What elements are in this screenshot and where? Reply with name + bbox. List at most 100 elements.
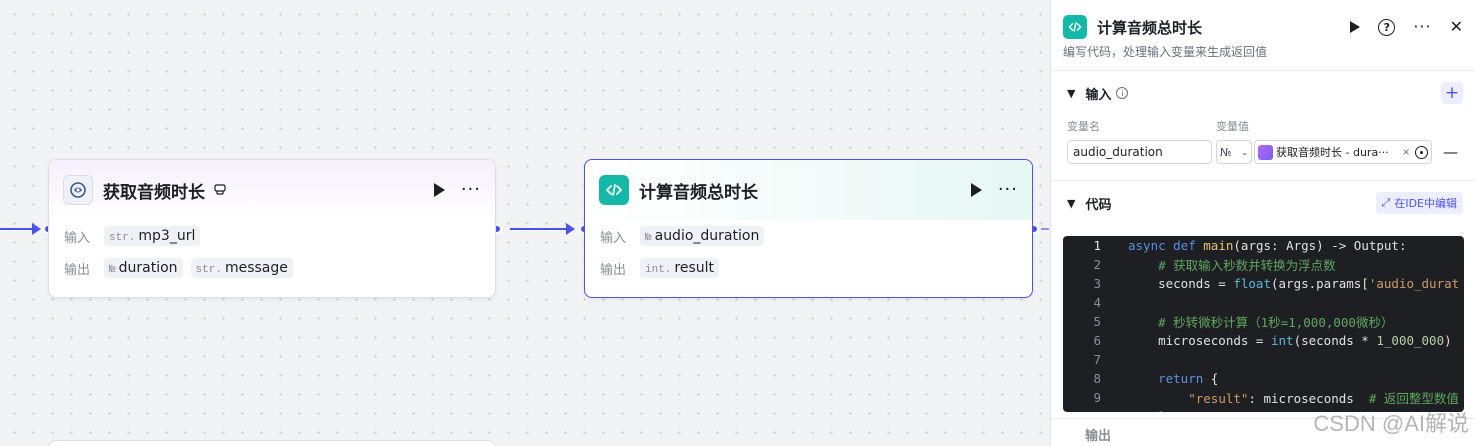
node1-input-row: 输入 str. mp3_url [49, 220, 495, 252]
line-number: 3 [1093, 276, 1101, 291]
edge-node1-node2-arrow [566, 223, 575, 235]
add-input-button[interactable]: + [1441, 82, 1463, 104]
node-partial-bottom[interactable] [48, 440, 496, 446]
info-icon[interactable]: i [1116, 87, 1129, 99]
type-label: str. [109, 232, 136, 244]
node-get-audio-duration[interactable]: 获取音频时长 ··· 输入 str. mp3_url 输出 № duration… [48, 159, 496, 298]
input-var-row: audio_duration № ⌄ 获取音频时长 - dura··· × — [1051, 137, 1475, 167]
output-section-title: 输出 [1085, 429, 1112, 444]
remove-input-button[interactable]: — [1443, 143, 1458, 161]
code-line[interactable]: 9 "result": microseconds # 返回整型数值 [1063, 388, 1464, 407]
var-name: audio_duration [654, 228, 760, 244]
var-ref-text: 获取音频时长 - dura··· [1276, 146, 1389, 159]
line-number: 5 [1093, 314, 1101, 329]
code-text: # 获取输入秒数并转换为浮点数 [1158, 258, 1336, 273]
code-line[interactable]: 6 microseconds = int(seconds * 1_000_000… [1063, 331, 1464, 350]
help-icon[interactable]: ? [1378, 18, 1396, 36]
node2-input-row: 输入 № audio_duration [585, 220, 1032, 252]
type-label: № [109, 264, 116, 276]
watermark: CSDN @AI解说 [1313, 411, 1469, 436]
input-section-title: 输入 [1085, 87, 1112, 103]
line-number: 4 [1093, 295, 1101, 310]
node-calc-total-duration[interactable]: 计算音频总时长 ··· 输入 № audio_duration 输出 int. … [584, 159, 1033, 298]
var-name: mp3_url [138, 228, 196, 244]
input-column-headers: 变量名 变量值 [1051, 115, 1475, 137]
node2-input-label: 输入 [600, 230, 627, 246]
code-text: "result": microseconds # 返回整型数值 [1188, 391, 1459, 406]
plugin-tag-icon [213, 181, 227, 200]
line-number: 7 [1093, 352, 1101, 367]
node2-output-label: 输出 [600, 262, 627, 278]
panel-more-button[interactable]: ··· [1413, 19, 1431, 35]
var-name: result [674, 260, 715, 276]
code-icon [599, 175, 629, 205]
plugin-ref-icon [1258, 144, 1273, 160]
line-number: 8 [1093, 371, 1101, 386]
target-icon[interactable] [1415, 145, 1428, 159]
var-type-select[interactable]: № ⌄ [1216, 140, 1252, 164]
code-line[interactable]: 7 [1063, 350, 1464, 369]
code-text: async def main(args: Args) -> Output: [1128, 238, 1407, 253]
plugin-icon [63, 175, 93, 205]
panel-title: 计算音频总时长 [1097, 18, 1203, 37]
node2-more-button[interactable]: ··· [998, 181, 1018, 199]
code-text: # 秒转微秒计算（1秒=1,000,000微秒） [1158, 315, 1394, 330]
chevron-down-icon: ⌄ [1241, 147, 1248, 157]
code-text: } [1128, 409, 1166, 412]
code-section-title: 代码 [1085, 197, 1112, 213]
node2-header: 计算音频总时长 ··· [585, 160, 1032, 220]
edit-in-ide-button[interactable]: ⤢ 在IDE中编辑 [1375, 192, 1463, 214]
var-ref-selector[interactable]: 获取音频时长 - dura··· × [1254, 140, 1432, 164]
type-label: № [645, 232, 652, 244]
col-var-value: 变量值 [1216, 120, 1249, 133]
var-name: duration [118, 260, 178, 276]
line-number: 6 [1093, 333, 1101, 348]
chevron-down-icon[interactable]: ▼ [1067, 87, 1075, 100]
line-number: 9 [1093, 390, 1101, 405]
node1-more-button[interactable]: ··· [461, 181, 481, 199]
node1-output-label: 输出 [64, 262, 91, 278]
code-text: return { [1158, 371, 1219, 386]
input-section-header[interactable]: ▼ 输入 i + [1051, 71, 1475, 115]
node2-title: 计算音频总时长 [639, 182, 758, 203]
node2-run-button[interactable] [970, 183, 982, 197]
panel-run-button[interactable] [1350, 21, 1361, 33]
node1-header: 获取音频时长 ··· [49, 160, 495, 220]
var-type-value: № [1220, 145, 1232, 159]
node1-run-button[interactable] [433, 183, 445, 197]
expand-icon: ⤢ [1381, 196, 1391, 209]
node1-output-tag: str. message [190, 258, 293, 278]
code-text: seconds = float(args.params['audio_durat [1128, 276, 1460, 291]
code-section-header[interactable]: ▼ 代码 ⤢ 在IDE中编辑 [1051, 181, 1475, 225]
type-label: int. [645, 264, 672, 276]
line-number: 1 [1093, 238, 1101, 253]
code-line[interactable]: 8 return { [1063, 369, 1464, 388]
chevron-down-icon[interactable]: ▼ [1067, 197, 1075, 210]
edge-node2-outgoing [1041, 228, 1049, 230]
code-line[interactable]: 2 # 获取输入秒数并转换为浮点数 [1063, 255, 1464, 274]
col-var-name: 变量名 [1067, 120, 1100, 133]
code-line[interactable]: 5 # 秒转微秒计算（1秒=1,000,000微秒） [1063, 312, 1464, 331]
code-line[interactable]: 4 [1063, 293, 1464, 312]
edit-in-ide-label: 在IDE中编辑 [1394, 197, 1457, 210]
node1-output-tag: № duration [104, 258, 183, 278]
panel-header: 计算音频总时长 ? ··· ✕ [1051, 0, 1475, 44]
code-line[interactable]: 3 seconds = float(args.params['audio_dur… [1063, 274, 1464, 293]
panel-description: 编写代码，处理输入变量来生成返回值 [1063, 45, 1268, 59]
node1-input-label: 输入 [64, 230, 91, 246]
code-text: microseconds = int(seconds * 1_000_000) [1128, 333, 1452, 348]
node1-title: 获取音频时长 [103, 182, 205, 203]
node2-output-tag: int. result [640, 258, 720, 278]
var-name-input[interactable]: audio_duration [1067, 140, 1212, 164]
code-editor[interactable]: 1 async def main(args: Args) -> Output: 2 … [1063, 236, 1464, 412]
close-icon[interactable]: ✕ [1450, 19, 1463, 35]
var-name: message [224, 260, 288, 276]
node2-output-row: 输出 int. result [585, 252, 1032, 284]
edge-incoming [0, 228, 34, 230]
edge-incoming-arrow [32, 223, 41, 235]
clear-ref-icon[interactable]: × [1402, 147, 1410, 158]
node1-output-row: 输出 № duration str. message [49, 252, 495, 284]
type-label: str. [195, 264, 222, 276]
code-line[interactable]: 1 async def main(args: Args) -> Output: [1063, 236, 1464, 255]
node2-input-tag: № audio_duration [640, 226, 765, 246]
